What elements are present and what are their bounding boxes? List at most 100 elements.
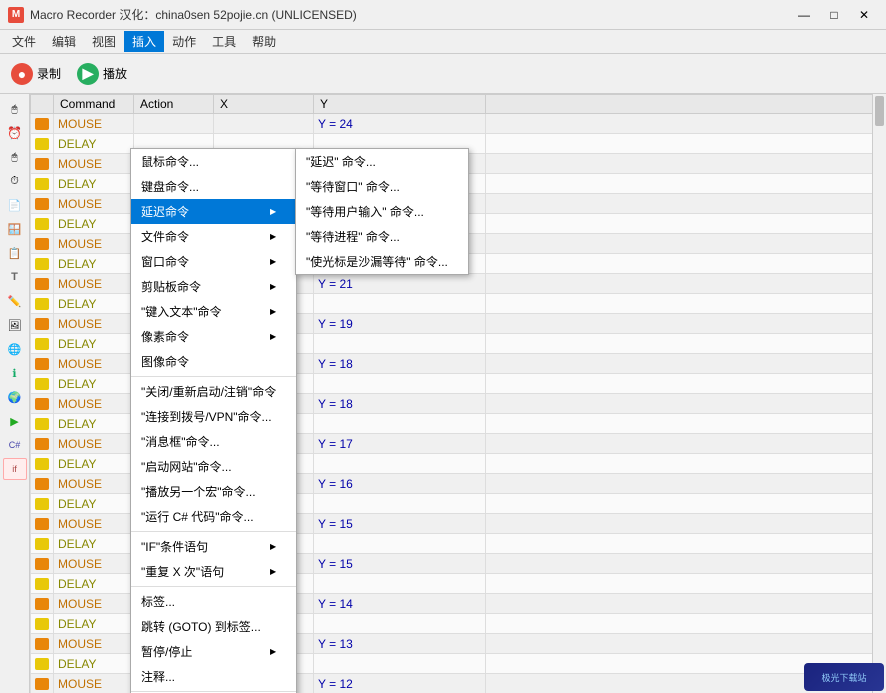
submenu-wait-cursor[interactable]: "使光标是沙漏等待" 命令...: [296, 249, 468, 274]
sidebar-icon-text[interactable]: T: [3, 266, 27, 288]
menu-msgbox-cmd[interactable]: "消息框"命令...: [131, 429, 296, 454]
sidebar-icon-mouse[interactable]: 🖱: [3, 98, 27, 120]
row-extra: [486, 394, 886, 414]
submenu-wait-input[interactable]: "等待用户输入" 命令...: [296, 199, 468, 224]
row-extra: [486, 554, 886, 574]
submenu-delay[interactable]: "延迟" 命令...: [296, 149, 468, 174]
menu-label[interactable]: 标签...: [131, 589, 296, 614]
main-layout: 🖱 ⏰ 🖱 ⏱ 📄 🪟 📋 T ✏️ 🖼 🌐 ℹ 🌍 ▶ C# if Comma…: [0, 94, 886, 693]
record-button[interactable]: ● 录制: [4, 58, 68, 90]
menu-pixel-cmd[interactable]: 像素命令: [131, 324, 296, 349]
row-command: MOUSE: [54, 474, 134, 494]
row-y: Y = 14: [314, 594, 486, 614]
row-command: DELAY: [54, 654, 134, 674]
menu-action[interactable]: 动作: [164, 31, 204, 52]
row-icon: [31, 514, 54, 534]
row-extra: [486, 174, 886, 194]
row-y: [314, 494, 486, 514]
menu-keyboard-cmd[interactable]: 键盘命令...: [131, 174, 296, 199]
sidebar-icon-info[interactable]: ℹ: [3, 362, 27, 384]
row-command: DELAY: [54, 334, 134, 354]
menu-close-cmd[interactable]: "关闭/重新启动/注销"命令: [131, 379, 296, 404]
row-icon: [31, 154, 54, 174]
submenu-wait-window[interactable]: "等待窗口" 命令...: [296, 174, 468, 199]
row-command: MOUSE: [54, 634, 134, 654]
sidebar-icon-clock[interactable]: ⏱: [3, 170, 27, 192]
row-icon: [31, 314, 54, 334]
sidebar-icon-window[interactable]: 🪟: [3, 218, 27, 240]
menu-window-cmd[interactable]: 窗口命令: [131, 249, 296, 274]
insert-dropdown[interactable]: 鼠标命令... 键盘命令... 延迟命令 文件命令 窗口命令 剪贴板命令 "键入…: [130, 148, 297, 693]
separator4: [131, 691, 296, 692]
menu-if-stmt[interactable]: "IF"条件语句: [131, 534, 296, 559]
menu-file[interactable]: 文件: [4, 31, 44, 52]
menu-playmacro-cmd[interactable]: "播放另一个宏"命令...: [131, 479, 296, 504]
row-y: Y = 18: [314, 394, 486, 414]
menu-file-cmd[interactable]: 文件命令: [131, 224, 296, 249]
menu-image-cmd[interactable]: 图像命令: [131, 349, 296, 374]
row-extra: [486, 234, 886, 254]
sidebar-icon-world[interactable]: 🌍: [3, 386, 27, 408]
table-header: Command Action X Y: [31, 95, 886, 114]
row-y: Y = 17: [314, 434, 486, 454]
sidebar-icon-delay[interactable]: ⏰: [3, 122, 27, 144]
sidebar-icon-play2[interactable]: ▶: [3, 410, 27, 432]
row-extra: [486, 154, 886, 174]
menu-comment[interactable]: 注释...: [131, 664, 296, 689]
menu-vpn-cmd[interactable]: "连接到拨号/VPN"命令...: [131, 404, 296, 429]
row-extra: [486, 314, 886, 334]
menu-edit[interactable]: 编辑: [44, 31, 84, 52]
row-icon: [31, 534, 54, 554]
menu-help[interactable]: 帮助: [244, 31, 284, 52]
sidebar-icon-cs[interactable]: C#: [3, 434, 27, 456]
menu-csharp-cmd[interactable]: "运行 C# 代码"命令...: [131, 504, 296, 529]
menu-delay-cmd[interactable]: 延迟命令: [131, 199, 296, 224]
submenu-wait-process[interactable]: "等待进程" 命令...: [296, 224, 468, 249]
row-extra: [486, 454, 886, 474]
scrollbar-thumb[interactable]: [875, 96, 884, 126]
row-extra: [486, 374, 886, 394]
delay-submenu[interactable]: "延迟" 命令... "等待窗口" 命令... "等待用户输入" 命令... "…: [295, 148, 469, 275]
menu-tools[interactable]: 工具: [204, 31, 244, 52]
scrollbar[interactable]: [872, 94, 886, 693]
row-extra: [486, 434, 886, 454]
sidebar-icon-image[interactable]: 🖼: [3, 314, 27, 336]
row-icon: [31, 134, 54, 154]
close-button[interactable]: ✕: [850, 5, 878, 25]
menu-clipboard-cmd[interactable]: 剪贴板命令: [131, 274, 296, 299]
row-icon: [31, 254, 54, 274]
sidebar-icon-pencil[interactable]: ✏️: [3, 290, 27, 312]
play-button[interactable]: ▶ 播放: [70, 58, 134, 90]
sidebar-icon-mouse2[interactable]: 🖱: [3, 146, 27, 168]
menu-view[interactable]: 视图: [84, 31, 124, 52]
menu-website-cmd[interactable]: "启动网站"命令...: [131, 454, 296, 479]
minimize-button[interactable]: —: [790, 5, 818, 25]
row-extra: [486, 414, 886, 434]
menu-repeat-stmt[interactable]: "重复 X 次"语句: [131, 559, 296, 584]
table-row[interactable]: MOUSE Y = 24: [31, 114, 886, 134]
sidebar-icon-globe[interactable]: 🌐: [3, 338, 27, 360]
row-y: Y = 24: [314, 114, 486, 134]
row-command: MOUSE: [54, 434, 134, 454]
sidebar-icon-clip[interactable]: 📋: [3, 242, 27, 264]
row-extra: [486, 574, 886, 594]
sidebar-icon-if[interactable]: if: [3, 458, 27, 480]
row-icon: [31, 674, 54, 693]
menu-insert[interactable]: 插入: [124, 31, 164, 52]
row-y: Y = 18: [314, 354, 486, 374]
row-command: MOUSE: [54, 354, 134, 374]
row-extra: [486, 474, 886, 494]
row-extra: [486, 494, 886, 514]
record-label: 录制: [37, 65, 61, 82]
maximize-button[interactable]: □: [820, 5, 848, 25]
menu-pause[interactable]: 暂停/停止: [131, 639, 296, 664]
row-command: MOUSE: [54, 114, 134, 134]
menu-mouse-cmd[interactable]: 鼠标命令...: [131, 149, 296, 174]
row-y: [314, 454, 486, 474]
menu-type-text-cmd[interactable]: "键入文本"命令: [131, 299, 296, 324]
sidebar-icon-file[interactable]: 📄: [3, 194, 27, 216]
row-icon: [31, 414, 54, 434]
row-command: DELAY: [54, 174, 134, 194]
row-y: Y = 19: [314, 314, 486, 334]
menu-goto[interactable]: 跳转 (GOTO) 到标签...: [131, 614, 296, 639]
